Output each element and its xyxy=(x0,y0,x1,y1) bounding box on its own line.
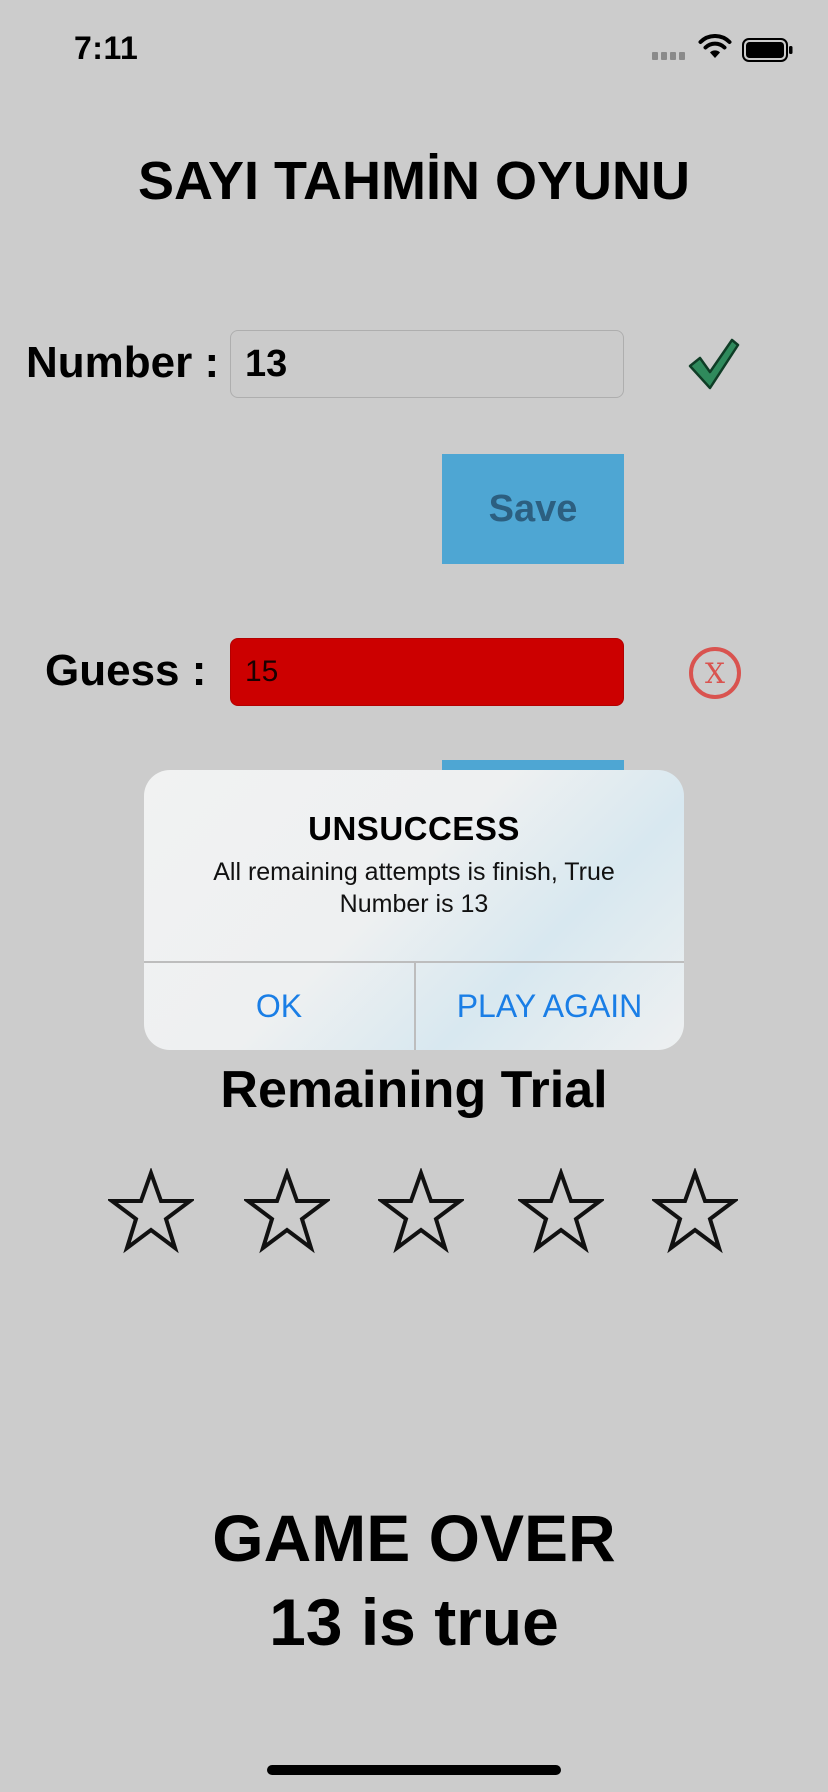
battery-icon xyxy=(742,38,794,67)
alert-play-again-button[interactable]: PLAY AGAIN xyxy=(415,962,684,1050)
game-over-text: GAME OVER xyxy=(212,1501,616,1575)
guess-input-value: 15 xyxy=(245,655,279,688)
cellular-signal-icon xyxy=(652,52,685,60)
guess-input[interactable]: 15 xyxy=(230,638,624,706)
star-icon xyxy=(108,1168,194,1254)
star-icon xyxy=(378,1168,464,1254)
remaining-trial-label: Remaining Trial xyxy=(220,1061,608,1119)
number-label: Number : xyxy=(26,338,220,387)
checkmark-icon xyxy=(686,336,742,397)
x-circle-icon: X xyxy=(688,646,742,705)
wifi-icon xyxy=(698,34,732,65)
save-button-label: Save xyxy=(488,487,578,530)
alert-message: All remaining attempts is finish, True N… xyxy=(213,858,615,918)
alert-title: UNSUCCESS xyxy=(308,810,520,847)
game-result: GAME OVER 13 is true xyxy=(0,1496,828,1664)
page-title: SAYI TAHMİN OYUNU xyxy=(137,151,691,211)
true-number-text: 13 is true xyxy=(269,1585,559,1659)
remaining-stars xyxy=(0,1168,828,1258)
star-icon xyxy=(244,1168,330,1254)
alert-ok-button[interactable]: OK xyxy=(144,962,414,1050)
alert-dialog: UNSUCCESS All remaining attempts is fini… xyxy=(144,770,684,1050)
number-input-value: 13 xyxy=(245,342,288,385)
number-input[interactable]: 13 xyxy=(230,330,624,398)
home-indicator[interactable] xyxy=(267,1765,561,1775)
svg-text:X: X xyxy=(705,657,725,690)
star-icon xyxy=(518,1168,604,1254)
save-button[interactable]: Save xyxy=(442,454,624,564)
guess-label: Guess : xyxy=(45,646,207,695)
star-icon xyxy=(652,1168,738,1254)
status-time: 7:11 xyxy=(74,30,139,66)
